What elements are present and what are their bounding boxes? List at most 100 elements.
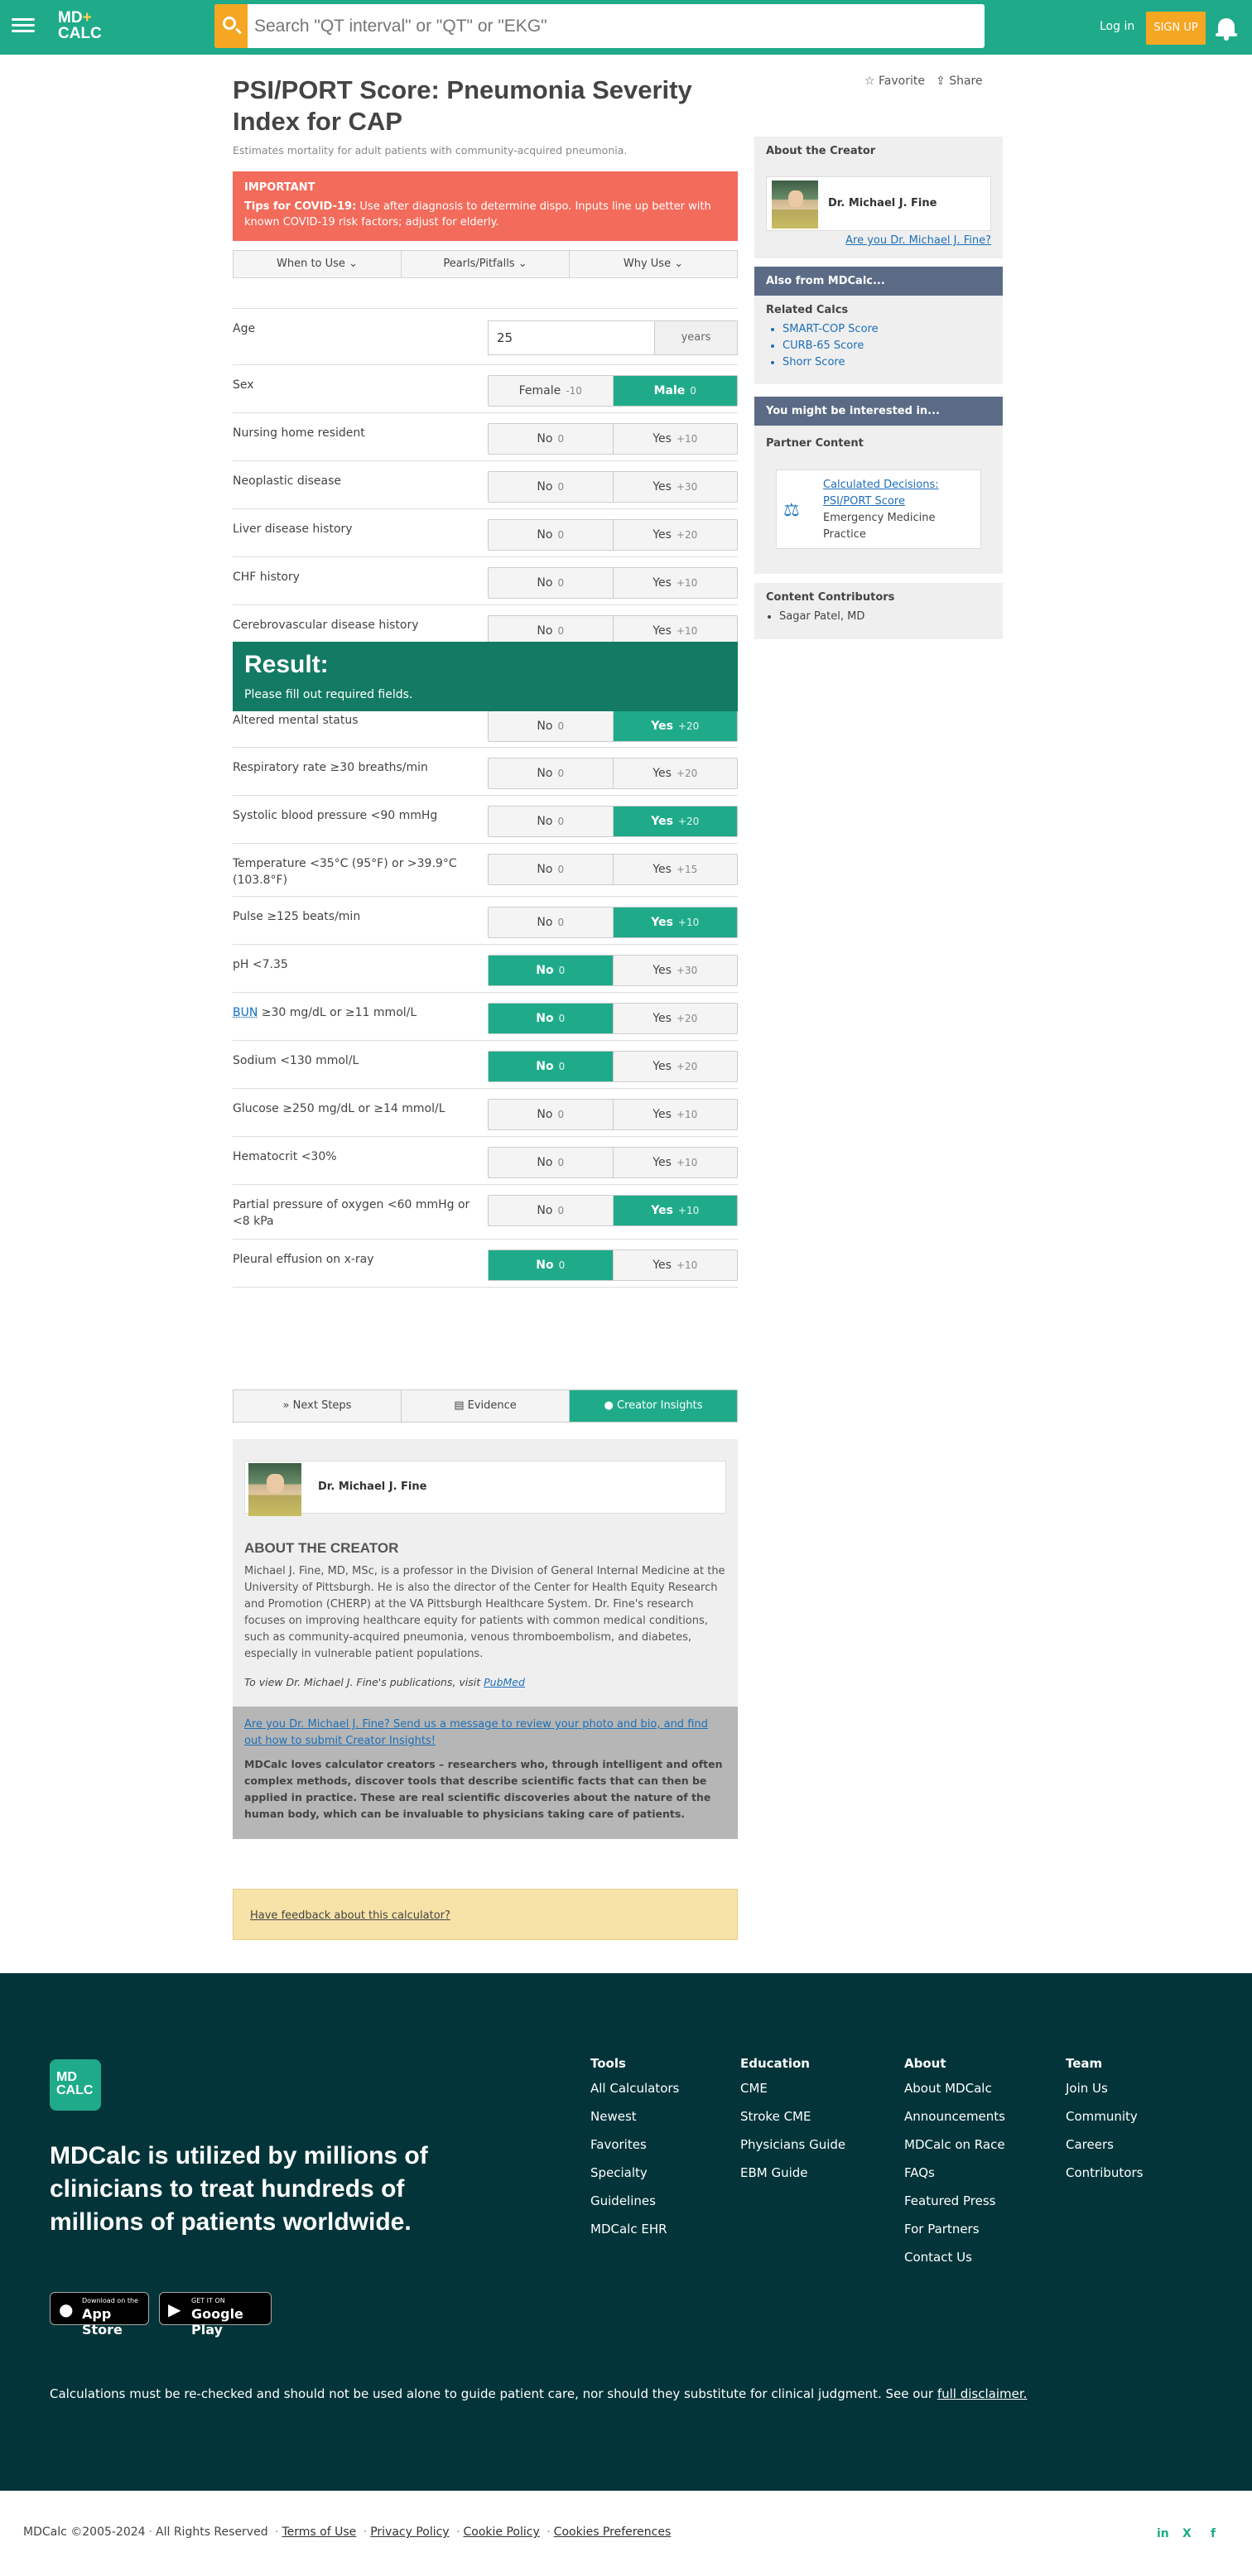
footer-link[interactable]: Join Us [1066,2081,1143,2097]
share-button[interactable]: ⇪ Share [936,75,983,88]
privacy-link[interactable]: Privacy Policy [370,2525,449,2539]
footer-link[interactable]: MDCalc EHR [590,2222,679,2238]
footer-link[interactable]: Guidelines [590,2193,679,2210]
footer-link[interactable]: Featured Press [904,2193,1005,2210]
mdcalc-logo[interactable]: MD+ CALC [58,10,102,41]
option-yes[interactable]: Yes +10 [614,424,738,454]
partner-link[interactable]: Calculated Decisions: PSI/PORT Score [823,477,972,510]
option-yes[interactable]: Yes +20 [614,1004,738,1033]
linkedin-icon[interactable]: in [1157,2527,1169,2540]
google-play-badge[interactable]: ▶ GET IT ON Google Play [159,2292,272,2338]
tab-pearls-pitfalls[interactable]: Pearls/Pitfalls ⌄ [402,251,570,277]
login-link[interactable]: Log in [1100,20,1134,33]
search-icon[interactable] [214,4,248,48]
option-no[interactable]: No 0 [489,711,614,741]
contributors-list: Sagar Patel, MD [779,609,1003,625]
row-label: Neoplastic disease [233,473,481,489]
signup-button[interactable]: SIGN UP [1146,12,1206,45]
feedback-link[interactable]: Have feedback about this calculator? [250,1909,450,1922]
option-no[interactable]: No 0 [489,1052,614,1081]
footer-link[interactable]: MDCalc on Race [904,2137,1005,2154]
footer-link[interactable]: Newest [590,2109,679,2126]
option-yes[interactable]: Yes +30 [614,956,738,985]
option-yes[interactable]: Yes +20 [613,807,737,836]
option-no[interactable]: No 0 [489,758,614,788]
footer-link[interactable]: Announcements [904,2109,1005,2126]
tab-when-to-use[interactable]: When to Use ⌄ [234,251,402,277]
tab-why-use[interactable]: Why Use ⌄ [570,251,737,277]
option-no[interactable]: No 0 [489,472,614,502]
creator-card[interactable]: Dr. Michael J. Fine [766,176,991,231]
related-calc-link[interactable]: CURB-65 Score [782,338,1003,354]
footer-link[interactable]: Favorites [590,2137,679,2154]
option-yes[interactable]: Yes +30 [614,472,738,502]
tab-next-steps[interactable]: » Next Steps [234,1390,402,1422]
footer-link[interactable]: All Calculators [590,2081,679,2097]
option-no[interactable]: No 0 [489,1250,614,1280]
footer-link[interactable]: Specialty [590,2165,679,2182]
footer-logo[interactable]: MD CALC [50,2059,101,2111]
option-yes[interactable]: Yes +20 [614,758,738,788]
option-points: +10 [676,1157,698,1168]
option-no[interactable]: No 0 [489,908,614,937]
footer-link[interactable]: About MDCalc [904,2081,1005,2097]
partner-card[interactable]: ⚖ Calculated Decisions: PSI/PORT Score E… [776,469,981,549]
option-no[interactable]: No 0 [489,520,614,550]
full-disclaimer-link[interactable]: full disclaimer. [937,2386,1028,2401]
app-store-badge[interactable]: ● Download on the App Store [50,2292,149,2338]
option-no[interactable]: No 0 [489,568,614,598]
search-input[interactable] [254,4,975,48]
pubmed-link[interactable]: PubMed [484,1676,525,1688]
option-points: -10 [566,385,582,397]
footer-link[interactable]: Physicians Guide [740,2137,845,2154]
option-no[interactable]: No 0 [489,1196,614,1225]
option-no[interactable]: No 0 [489,424,614,454]
footer-link[interactable]: FAQs [904,2165,1005,2182]
footer-link[interactable]: Stroke CME [740,2109,845,2126]
option-yes[interactable]: Yes +10 [614,568,738,598]
are-you-creator-link[interactable]: Are you Dr. Michael J. Fine? [845,234,991,247]
footer-link[interactable]: EBM Guide [740,2165,845,2182]
search-box [214,4,985,48]
option-no[interactable]: No 0 [489,855,614,884]
option-no[interactable]: No 0 [489,807,614,836]
footer-link[interactable]: Community [1066,2109,1143,2126]
submit-insights-link[interactable]: Are you Dr. Michael J. Fine? Send us a m… [244,1717,726,1750]
option-yes[interactable]: Yes +10 [614,1250,738,1280]
option-yes[interactable]: Yes +10 [613,1196,737,1225]
favorite-button[interactable]: ☆ Favorite [864,75,925,88]
option-female[interactable]: Female -10 [489,376,614,406]
tab-creator-insights[interactable]: ● Creator Insights [570,1390,737,1422]
option-no[interactable]: No 0 [489,956,614,985]
option-yes[interactable]: Yes +10 [614,1100,738,1129]
notification-bell-icon[interactable] [1216,17,1237,41]
option-male[interactable]: Male 0 [613,376,737,406]
option-no[interactable]: No 0 [489,1004,614,1033]
footer-link[interactable]: Contact Us [904,2250,1005,2266]
row-label: Respiratory rate ≥30 breaths/min [233,759,481,776]
option-yes[interactable]: Yes +10 [614,1148,738,1177]
option-yes[interactable]: Yes +10 [613,908,737,937]
age-input[interactable] [488,320,655,355]
footer-link[interactable]: For Partners [904,2222,1005,2238]
tab-evidence[interactable]: ▤ Evidence [402,1390,570,1422]
option-yes[interactable]: Yes +20 [614,520,738,550]
cookie-policy-link[interactable]: Cookie Policy [464,2525,540,2539]
footer-link[interactable]: CME [740,2081,845,2097]
footer-link[interactable]: Contributors [1066,2165,1143,2182]
option-yes[interactable]: Yes +20 [614,1052,738,1081]
option-no[interactable]: No 0 [489,1100,614,1129]
option-no[interactable]: No 0 [489,1148,614,1177]
option-yes[interactable]: Yes +15 [614,855,738,884]
x-icon[interactable]: X [1182,2527,1192,2540]
footer-link[interactable]: Careers [1066,2137,1143,2154]
bun-abbreviation[interactable]: BUN [233,1006,258,1019]
option-yes[interactable]: Yes +20 [613,711,737,741]
footer-column-heading: Tools [590,2056,626,2071]
terms-link[interactable]: Terms of Use [282,2525,357,2539]
related-calc-link[interactable]: SMART-COP Score [782,321,1003,338]
related-calc-link[interactable]: Shorr Score [782,354,1003,371]
facebook-icon[interactable]: f [1211,2527,1216,2540]
cookies-preferences-link[interactable]: Cookies Preferences [554,2525,672,2539]
menu-icon[interactable] [12,15,35,38]
